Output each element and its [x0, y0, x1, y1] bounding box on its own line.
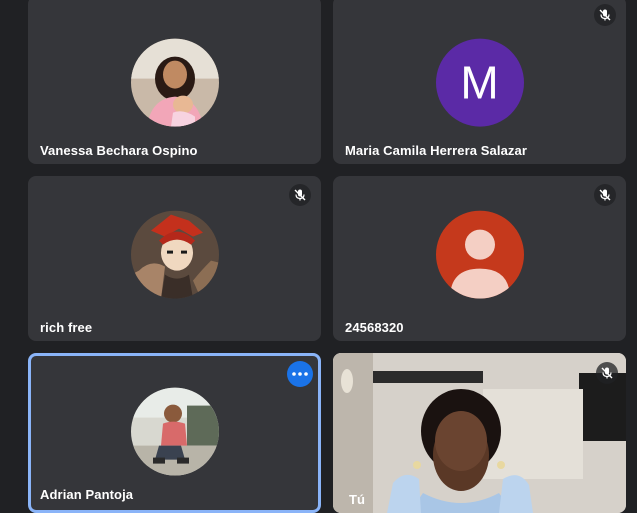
man-crouching-photo	[130, 387, 219, 476]
mic-off-icon	[594, 184, 616, 206]
avatar	[130, 38, 219, 127]
video-feed	[333, 353, 626, 513]
default-person-icon	[435, 210, 524, 299]
avatar	[130, 210, 219, 299]
participant-name: rich free	[40, 320, 93, 335]
avatar-initial: M	[460, 56, 499, 109]
avatar: M	[435, 38, 524, 127]
mic-off-icon	[594, 4, 616, 26]
avatar	[130, 387, 219, 476]
more-horizontal-icon	[292, 372, 308, 376]
participant-tile[interactable]: Vanessa Bechara Ospino	[28, 0, 321, 164]
participant-name: Adrian Pantoja	[40, 487, 134, 502]
participant-tile[interactable]: Adrian Pantoja	[28, 353, 321, 513]
mic-off-icon	[596, 362, 618, 384]
participant-name: Vanessa Bechara Ospino	[40, 143, 198, 158]
woman-with-baby-photo	[130, 38, 219, 127]
participant-tile[interactable]: 24568320	[333, 176, 626, 341]
avatar	[435, 210, 524, 299]
participant-name: 24568320	[345, 320, 404, 335]
participant-tile[interactable]: Tú	[333, 353, 626, 513]
participant-name: Maria Camila Herrera Salazar	[345, 143, 528, 158]
mic-off-icon	[289, 184, 311, 206]
more-options-button[interactable]	[287, 361, 313, 387]
participant-tile[interactable]: rich free	[28, 176, 321, 341]
anime-character-photo	[130, 210, 219, 299]
participant-tile[interactable]: M Maria Camila Herrera Salazar	[333, 0, 626, 164]
